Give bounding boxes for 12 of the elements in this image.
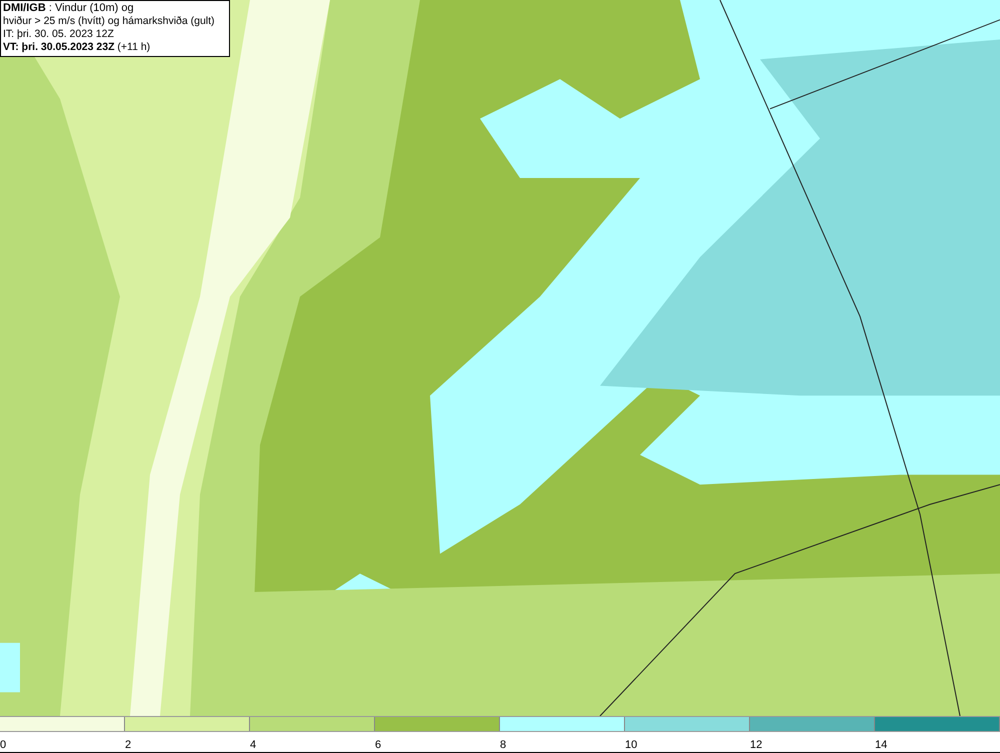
legend-label: 14 bbox=[875, 739, 888, 751]
info-line: hviður > 25 m/s (hvítt) og hámarkshviða (gult) bbox=[3, 15, 216, 28]
legend-label: 4 bbox=[250, 739, 256, 751]
legend-label: 8 bbox=[500, 739, 506, 751]
legend-label: 6 bbox=[375, 739, 382, 751]
legend-label: 2 bbox=[125, 739, 132, 751]
legend-label: 0 bbox=[0, 739, 6, 751]
info-line: IT: þri. 30. 05. 2023 12Z bbox=[3, 28, 115, 41]
info-line: DMI/IGB : Vindur (10m) og bbox=[3, 2, 135, 15]
info-line: VT: þri. 30.05.2023 23Z (+11 h) bbox=[3, 41, 152, 54]
legend-label: 10 bbox=[625, 739, 638, 751]
legend-label: 12 bbox=[750, 739, 762, 751]
